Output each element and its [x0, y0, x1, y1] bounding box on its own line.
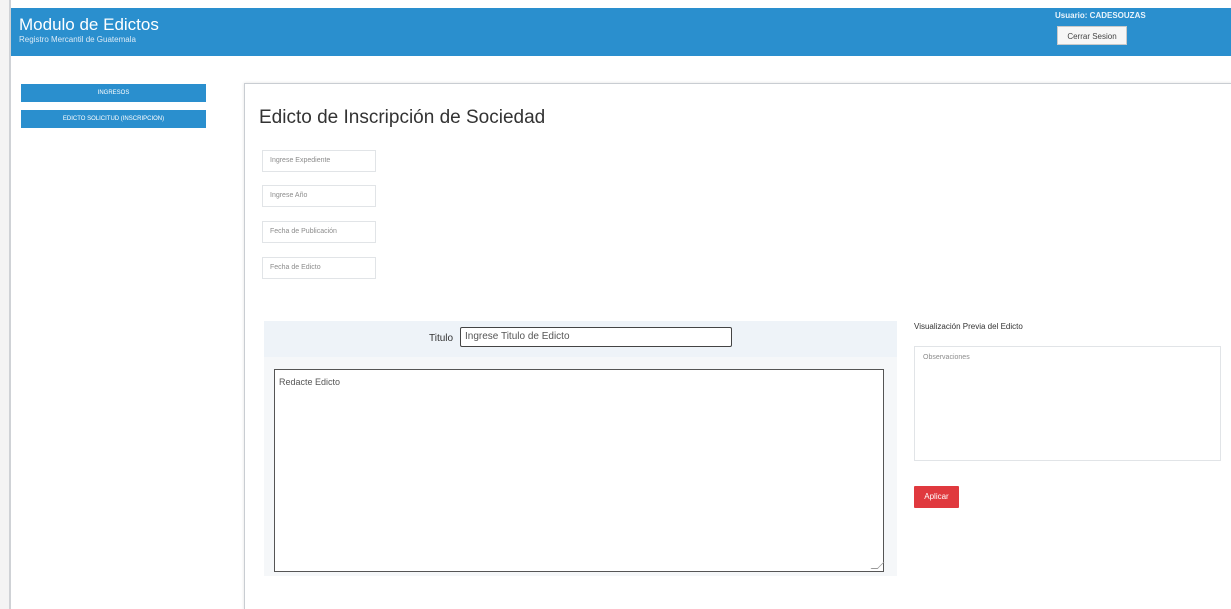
title-input[interactable]: Ingrese Titulo de Edicto	[460, 327, 732, 347]
observaciones-textarea[interactable]: Observaciones	[914, 346, 1221, 461]
app-subtitle: Registro Mercantil de Guatemala	[19, 35, 136, 44]
preview-label: Visualización Previa del Edicto	[914, 322, 1023, 331]
main-panel: Edicto de Inscripción de Sociedad Ingres…	[244, 83, 1231, 609]
anio-field[interactable]: Ingrese Año	[262, 185, 376, 207]
sidebar-item-edicto-solicitud[interactable]: EDICTO SOLICITUD (INSCRIPCION)	[21, 110, 206, 128]
page: Modulo de Edictos Registro Mercantil de …	[0, 0, 1231, 609]
fecha-publicacion-field[interactable]: Fecha de Publicación	[262, 221, 376, 243]
left-edge	[0, 0, 11, 609]
resize-grip-icon[interactable]	[870, 562, 885, 569]
editor-header: Titulo Ingrese Titulo de Edicto	[264, 321, 897, 357]
user-label: Usuario: CADESOUZAS	[1055, 11, 1146, 20]
page-title: Edicto de Inscripción de Sociedad	[259, 107, 546, 128]
expediente-field[interactable]: Ingrese Expediente	[262, 150, 376, 172]
user-box: Usuario: CADESOUZAS Cerrar Sesion	[1055, 11, 1225, 45]
logout-button[interactable]: Cerrar Sesion	[1057, 26, 1127, 45]
edicto-placeholder: Redacte Edicto	[279, 377, 341, 387]
app-header: Modulo de Edictos Registro Mercantil de …	[11, 8, 1231, 56]
fecha-edicto-field[interactable]: Fecha de Edicto	[262, 257, 376, 279]
apply-button[interactable]: Aplicar	[914, 486, 959, 508]
edicto-textarea[interactable]: Redacte Edicto	[274, 369, 885, 572]
title-label: Titulo	[429, 333, 454, 344]
app-title: Modulo de Edictos	[19, 15, 159, 34]
editor-body: Redacte Edicto	[264, 357, 897, 576]
observaciones-placeholder: Observaciones	[923, 354, 970, 361]
sidebar-item-ingresos[interactable]: INGRESOS	[21, 84, 206, 102]
